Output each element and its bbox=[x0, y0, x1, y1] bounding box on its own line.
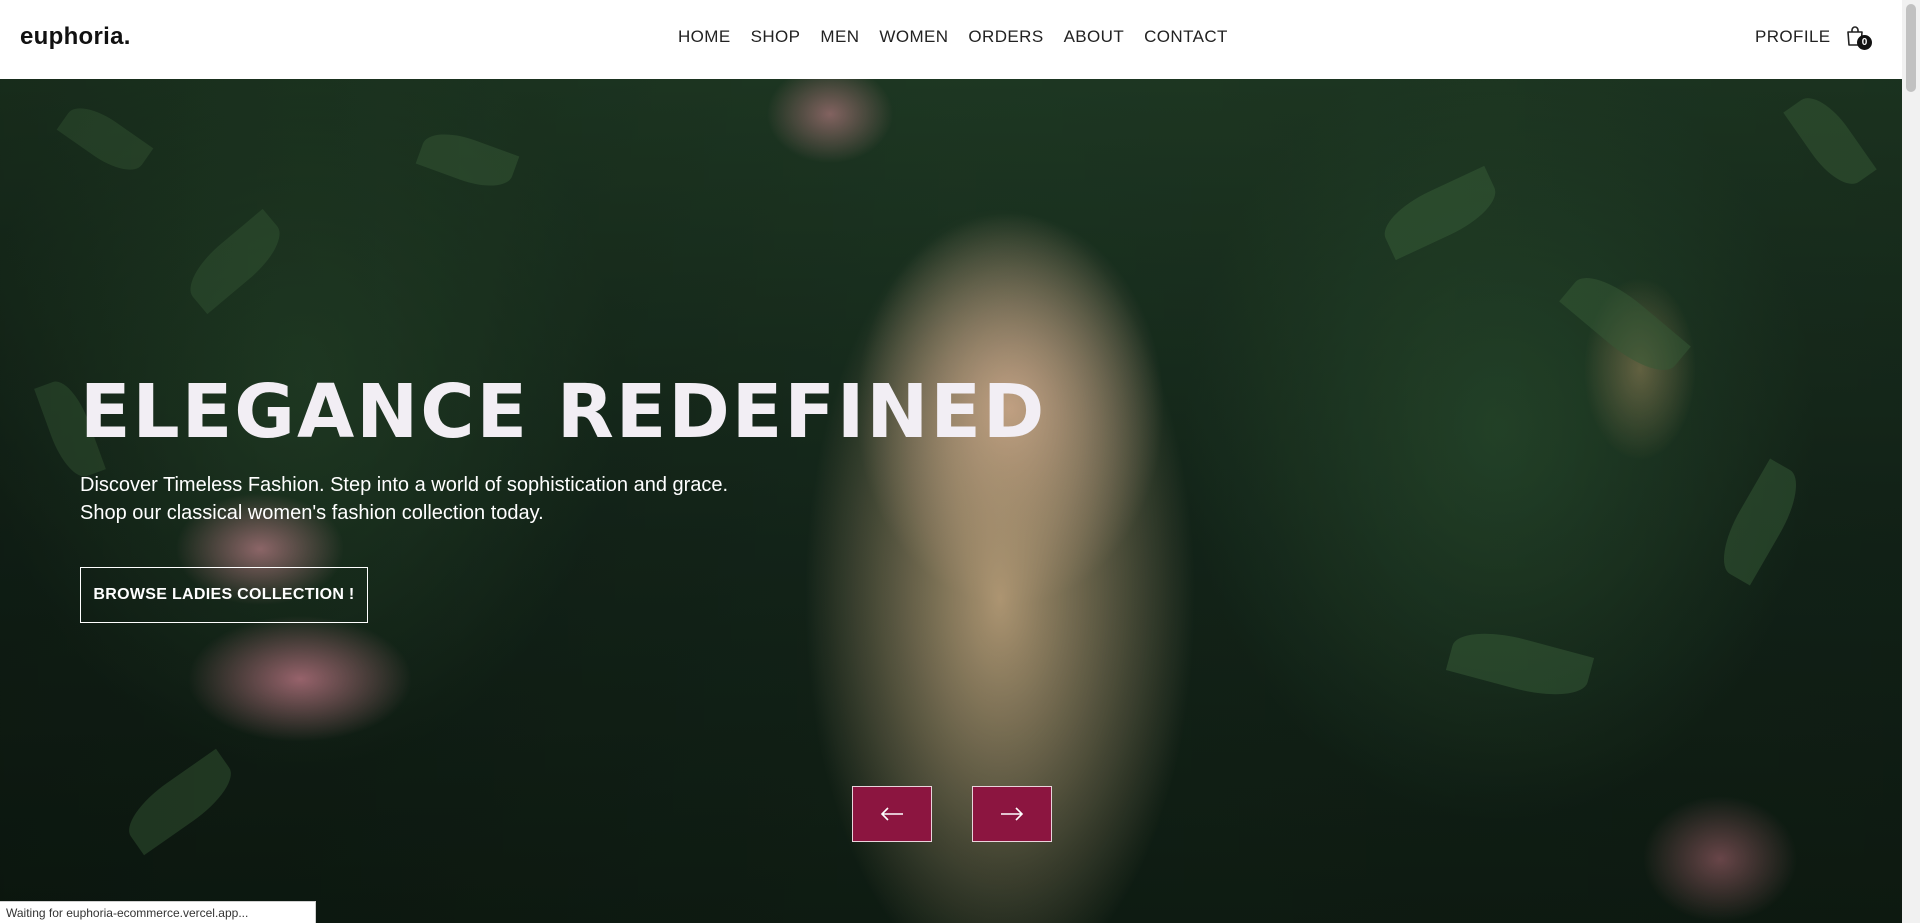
nav-about[interactable]: ABOUT bbox=[1064, 27, 1125, 47]
hero-title: ELEGANCE REDEFINED bbox=[80, 369, 1047, 455]
nav-shop[interactable]: SHOP bbox=[751, 27, 801, 47]
hero-subtitle-line-2: Shop our classical women's fashion colle… bbox=[80, 502, 544, 524]
browse-ladies-collection-button[interactable]: BROWSE LADIES COLLECTION ! bbox=[80, 567, 368, 623]
nav-contact[interactable]: CONTACT bbox=[1144, 27, 1228, 47]
scrollbar-thumb[interactable] bbox=[1906, 4, 1916, 92]
cart-count-badge: 0 bbox=[1857, 35, 1872, 50]
arrow-left-icon bbox=[880, 807, 903, 821]
hero-banner: ELEGANCE REDEFINED Discover Timeless Fas… bbox=[0, 79, 1902, 923]
nav-men[interactable]: MEN bbox=[820, 27, 859, 47]
nav-orders[interactable]: ORDERS bbox=[968, 27, 1043, 47]
cart-button[interactable]: 0 bbox=[1845, 25, 1872, 51]
browser-status-bar: Waiting for euphoria-ecommerce.vercel.ap… bbox=[0, 901, 316, 923]
nav-profile[interactable]: PROFILE bbox=[1755, 27, 1831, 47]
hero-subtitle-line-1: Discover Timeless Fashion. Step into a w… bbox=[80, 474, 729, 496]
nav-home[interactable]: HOME bbox=[678, 27, 731, 47]
page-scrollbar[interactable] bbox=[1902, 0, 1920, 923]
nav-women[interactable]: WOMEN bbox=[879, 27, 948, 47]
top-navbar: euphoria. HOME SHOP MEN WOMEN ORDERS ABO… bbox=[0, 0, 1902, 79]
arrow-right-icon bbox=[1001, 807, 1024, 821]
brand-logo[interactable]: euphoria. bbox=[20, 23, 131, 51]
hero-subtitle: Discover Timeless Fashion. Step into a w… bbox=[80, 471, 840, 527]
carousel-prev-button[interactable] bbox=[852, 786, 932, 842]
main-nav: HOME SHOP MEN WOMEN ORDERS ABOUT CONTACT bbox=[678, 27, 1248, 47]
carousel-next-button[interactable] bbox=[972, 786, 1052, 842]
